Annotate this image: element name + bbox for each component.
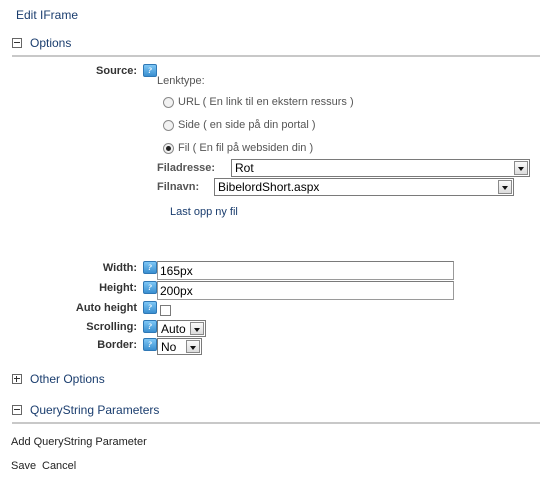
height-label: Height: (99, 282, 137, 294)
expand-icon[interactable] (12, 374, 22, 384)
filnavn-label: Filnavn: (157, 181, 200, 193)
help-icon[interactable]: ? (143, 301, 157, 314)
height-input[interactable]: 200px (157, 281, 454, 300)
section-querystring-label: QueryString Parameters (30, 403, 160, 417)
scrolling-value: Auto (161, 321, 186, 336)
help-icon[interactable]: ? (143, 64, 157, 77)
border-value: No (161, 339, 177, 354)
filadresse-select[interactable]: Rot (231, 159, 530, 177)
source-label: Source: (96, 65, 137, 77)
filadresse-label: Filadresse: (157, 162, 216, 174)
chevron-down-icon[interactable] (514, 161, 528, 175)
radio-button[interactable] (163, 96, 174, 108)
filnavn-select[interactable]: BibelordShort.aspx (214, 178, 514, 196)
help-icon[interactable]: ? (143, 320, 157, 333)
width-input[interactable]: 165px (157, 261, 454, 280)
filadresse-value: Rot (235, 161, 254, 175)
chevron-down-icon[interactable] (498, 180, 512, 194)
auto-height-label: Auto height (75, 302, 137, 314)
radio-option-fil[interactable]: Fil ( En fil på websiden din ) (163, 142, 313, 154)
chevron-down-icon[interactable] (186, 340, 200, 353)
section-options-label: Options (30, 36, 72, 50)
collapse-icon[interactable] (12, 38, 22, 48)
help-icon[interactable]: ? (143, 261, 157, 274)
radio-button[interactable] (163, 119, 174, 131)
radio-option-label: Side ( en side på din portal ) (178, 119, 316, 131)
section-divider (12, 422, 540, 424)
radio-option-url[interactable]: URL ( En link til en ekstern ressurs ) (163, 96, 354, 108)
upload-file-link[interactable]: Last opp ny fil (170, 206, 238, 218)
add-querystring-link[interactable]: Add QueryString Parameter (11, 436, 147, 448)
collapse-icon[interactable] (12, 405, 22, 415)
radio-option-label: URL ( En link til en ekstern ressurs ) (178, 96, 354, 108)
border-select[interactable]: No (157, 338, 202, 355)
radio-button-selected[interactable] (163, 142, 174, 154)
cancel-button[interactable]: Cancel (42, 460, 76, 472)
scrolling-label: Scrolling: (86, 321, 137, 333)
section-other-options-header[interactable]: Other Options (12, 372, 105, 386)
help-icon[interactable]: ? (143, 338, 157, 351)
section-querystring-header[interactable]: QueryString Parameters (12, 403, 159, 417)
auto-height-checkbox[interactable] (160, 305, 171, 316)
radio-option-side[interactable]: Side ( en side på din portal ) (163, 119, 316, 131)
border-label: Border: (97, 339, 137, 351)
page-title: Edit IFrame (16, 8, 79, 22)
section-other-options-label: Other Options (30, 372, 105, 386)
save-button[interactable]: Save (11, 460, 36, 472)
help-icon[interactable]: ? (143, 281, 157, 294)
section-options-header[interactable]: Options (12, 36, 71, 50)
radio-option-label: Fil ( En fil på websiden din ) (178, 142, 314, 154)
linktype-label: Lenktype: (157, 75, 205, 87)
filnavn-value: BibelordShort.aspx (218, 180, 320, 194)
scrolling-select[interactable]: Auto (157, 320, 206, 337)
section-divider (12, 55, 540, 57)
chevron-down-icon[interactable] (190, 322, 204, 335)
width-label: Width: (102, 262, 137, 274)
